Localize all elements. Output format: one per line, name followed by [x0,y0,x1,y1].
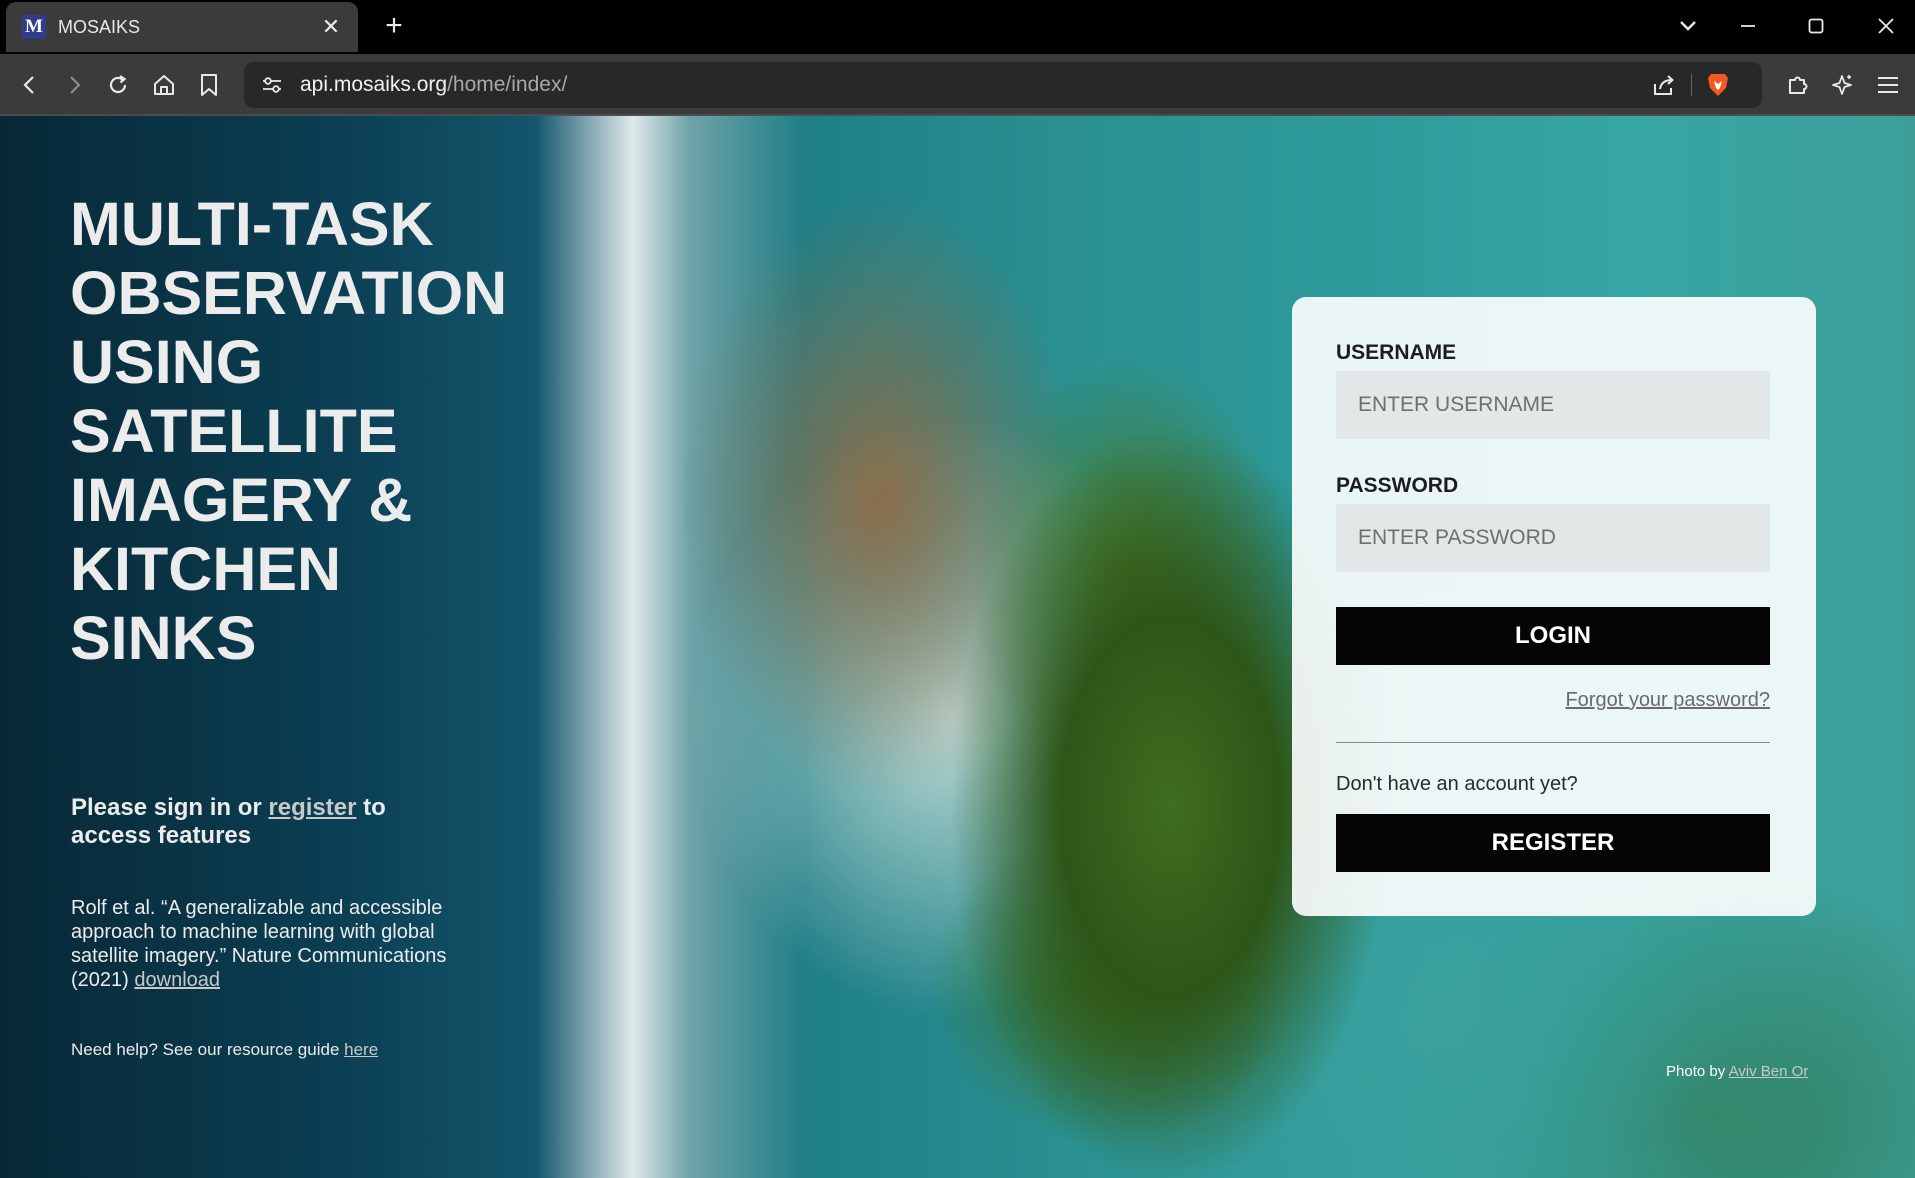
tab-close-icon[interactable]: ✕ [318,14,344,40]
signin-prompt: Please sign in or register to access fea… [71,794,431,850]
resource-guide-link[interactable]: here [344,1040,378,1059]
form-divider [1336,742,1770,743]
tab-search-chevron-icon[interactable] [1670,8,1706,44]
signin-prefix: Please sign in or [71,794,269,821]
password-input[interactable] [1336,504,1770,572]
help-text: Need help? See our resource guide here [71,1040,378,1060]
close-window-icon[interactable] [1868,8,1904,44]
share-icon[interactable] [1646,67,1682,103]
brave-shields-icon[interactable] [1700,67,1736,103]
hero-title-line: IMAGERY & [70,466,413,534]
page-background-satellite-photo: MULTI-TASK OBSERVATION USING SATELLITE I… [0,116,1915,1178]
register-button[interactable]: REGISTER [1336,814,1770,872]
address-bar[interactable]: api.mosaiks.org/home/index/ [244,62,1762,108]
url-text[interactable]: api.mosaiks.org/home/index/ [300,62,567,108]
minimize-window-icon[interactable] [1730,8,1766,44]
back-arrow-icon[interactable] [12,67,48,103]
register-link[interactable]: register [268,794,356,821]
paper-citation: Rolf et al. “A generalizable and accessi… [71,896,491,992]
address-bar-separator [1691,74,1692,96]
main-menu-icon[interactable] [1870,67,1906,103]
bookmark-icon[interactable] [191,67,227,103]
login-card: USERNAME PASSWORD LOGIN Forgot your pass… [1292,297,1816,916]
browser-toolbar: api.mosaiks.org/home/index/ [0,54,1915,116]
username-input[interactable] [1336,371,1770,439]
url-host: api.mosaiks.org [300,73,448,96]
username-label: USERNAME [1336,341,1457,364]
help-prefix: Need help? See our resource guide [71,1040,345,1059]
download-link[interactable]: download [134,969,220,991]
citation-text: Rolf et al. “A generalizable and accessi… [71,897,447,991]
login-button[interactable]: LOGIN [1336,607,1770,665]
hero-title-line: SATELLITE [70,397,398,465]
no-account-text: Don't have an account yet? [1336,773,1578,795]
photo-credit: Photo by Aviv Ben Or [1666,1063,1808,1080]
hero-title: MULTI-TASK OBSERVATION USING SATELLITE I… [70,190,530,673]
hero-title-line: OBSERVATION [70,259,508,327]
hero-title-line: USING [70,328,264,396]
photographer-link[interactable]: Aviv Ben Or [1729,1063,1809,1080]
site-settings-icon[interactable] [254,67,290,103]
leo-ai-sparkle-icon[interactable] [1824,67,1860,103]
password-label: PASSWORD [1336,474,1459,497]
url-path: /home/index/ [447,73,568,96]
forgot-password-link[interactable]: Forgot your password? [1565,689,1770,712]
photo-credit-prefix: Photo by [1666,1063,1729,1080]
forward-arrow-icon[interactable] [56,67,92,103]
hero-title-line: MULTI-TASK [70,190,434,258]
hero-title-line: KITCHEN [70,535,342,603]
reload-icon[interactable] [100,67,136,103]
extensions-puzzle-icon[interactable] [1780,67,1816,103]
maximize-window-icon[interactable] [1798,8,1834,44]
home-icon[interactable] [146,67,182,103]
tab-title: MOSAIKS [58,16,141,37]
hero-title-line: SINKS [70,604,257,672]
browser-tab-bar: M MOSAIKS ✕ + [0,0,1915,54]
mosaiks-favicon-icon: M [22,15,46,39]
new-tab-button[interactable]: + [376,8,412,44]
browser-tab-mosaiks[interactable]: M MOSAIKS ✕ [6,2,358,52]
